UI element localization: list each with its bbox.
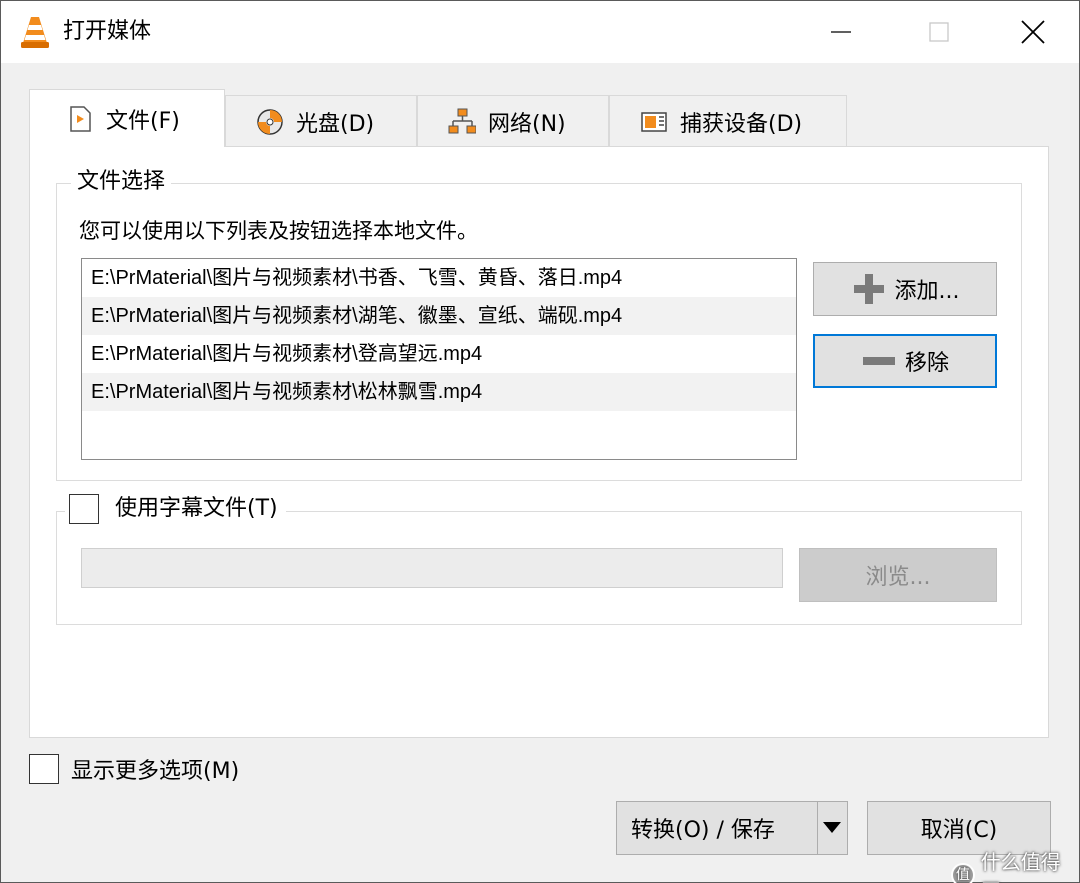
tab-disc-label: 光盘(D) xyxy=(296,111,375,137)
capture-device-icon xyxy=(641,111,667,132)
subtitle-legend: 使用字幕文件(T) xyxy=(65,494,286,524)
close-button[interactable] xyxy=(988,1,1078,63)
list-item[interactable]: E:\PrMaterial\图片与视频素材\湖笔、徽墨、宣纸、端砚.mp4 xyxy=(82,297,796,335)
tab-capture-device[interactable]: 捕获设备(D) xyxy=(609,95,847,147)
title-bar: 打开媒体 xyxy=(1,1,1079,63)
tab-disc[interactable]: 光盘(D) xyxy=(225,95,417,147)
file-list[interactable]: E:\PrMaterial\图片与视频素材\书香、飞雪、黄昏、落日.mp4 E:… xyxy=(81,258,797,460)
use-subtitle-label: 使用字幕文件(T) xyxy=(115,496,278,521)
tab-network-label: 网络(N) xyxy=(488,111,566,137)
list-item[interactable]: E:\PrMaterial\图片与视频素材\松林飘雪.mp4 xyxy=(82,373,796,411)
plus-icon xyxy=(853,274,884,304)
watermark: 值 什么值得买 xyxy=(951,846,1079,883)
list-item[interactable]: E:\PrMaterial\图片与视频素材\登高望远.mp4 xyxy=(82,335,796,373)
cancel-button-label: 取消(C) xyxy=(920,818,998,843)
file-selection-description: 您可以使用以下列表及按钮选择本地文件。 xyxy=(79,219,478,243)
network-icon xyxy=(448,108,476,133)
browse-button[interactable]: 浏览... xyxy=(799,548,997,602)
maximize-button[interactable] xyxy=(894,1,984,63)
minus-icon xyxy=(862,357,895,365)
watermark-text: 什么值得买 xyxy=(980,850,1061,883)
convert-save-label: 转换(O) / 保存 xyxy=(631,818,775,843)
show-more-options[interactable]: 显示更多选项(M) xyxy=(29,753,239,785)
add-button-label: 添加... xyxy=(894,279,960,304)
add-button[interactable]: 添加... xyxy=(813,262,997,316)
split-divider xyxy=(817,802,818,854)
close-icon xyxy=(1021,20,1045,44)
file-selection-legend: 文件选择 xyxy=(71,168,172,196)
list-item[interactable]: E:\PrMaterial\图片与视频素材\书香、飞雪、黄昏、落日.mp4 xyxy=(82,259,796,297)
window-title: 打开媒体 xyxy=(63,19,152,44)
tab-file-label: 文件(F) xyxy=(106,108,180,134)
disc-icon xyxy=(257,108,283,135)
tab-network[interactable]: 网络(N) xyxy=(417,95,609,147)
tab-capture-label: 捕获设备(D) xyxy=(680,111,803,137)
maximize-icon xyxy=(929,22,949,42)
show-more-options-checkbox[interactable] xyxy=(29,754,59,784)
tab-file[interactable]: 文件(F) xyxy=(29,89,225,147)
use-subtitle-checkbox[interactable] xyxy=(69,494,99,524)
minimize-icon xyxy=(831,31,851,33)
browse-button-label: 浏览... xyxy=(865,565,931,590)
open-media-window: 打开媒体 文件(F) 光盘(D) 网络(N) 捕获设备(D) 文件选择 您可以使… xyxy=(0,0,1080,883)
remove-button-label: 移除 xyxy=(904,351,949,376)
watermark-logo-icon: 值 xyxy=(951,863,975,883)
vlc-cone-icon xyxy=(21,17,49,48)
subtitle-path-input[interactable] xyxy=(81,548,783,588)
file-play-icon xyxy=(70,105,91,132)
minimize-button[interactable] xyxy=(796,1,886,63)
file-selection-group: 文件选择 您可以使用以下列表及按钮选择本地文件。 E:\PrMaterial\图… xyxy=(56,168,1022,481)
chevron-down-icon[interactable] xyxy=(823,822,841,833)
tab-panel-file: 文件选择 您可以使用以下列表及按钮选择本地文件。 E:\PrMaterial\图… xyxy=(29,146,1049,738)
convert-save-button[interactable]: 转换(O) / 保存 xyxy=(616,801,848,855)
remove-button[interactable]: 移除 xyxy=(813,334,997,388)
show-more-options-label: 显示更多选项(M) xyxy=(71,759,240,784)
subtitle-group: 使用字幕文件(T) 浏览... xyxy=(56,494,1022,625)
